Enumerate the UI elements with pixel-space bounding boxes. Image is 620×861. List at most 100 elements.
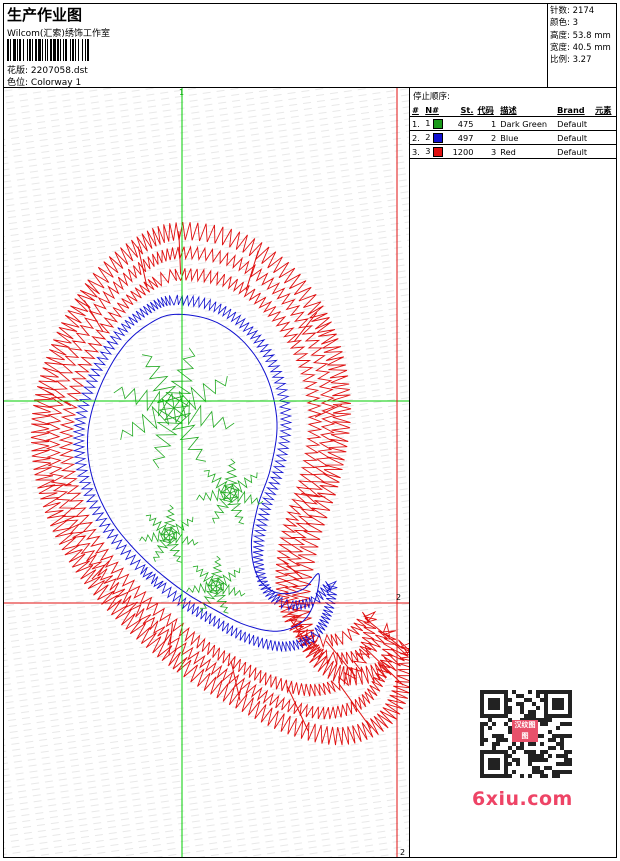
qr-module [484, 738, 488, 742]
row-index: 3. [410, 144, 424, 159]
design-stats: 针数: 2174 颜色: 3 高度: 53.8 mm 宽度: 40.5 mm 比… [547, 4, 616, 88]
qr-module [532, 754, 536, 758]
qr-finder [488, 758, 500, 770]
qr-module [564, 722, 568, 726]
qr-module [540, 742, 544, 746]
qr-module [560, 738, 564, 742]
qr-module [492, 746, 496, 750]
stop-sequence-title: 停止顺序: [413, 92, 450, 102]
qr-module [516, 758, 520, 762]
qr-module [560, 762, 564, 766]
qr-module [532, 758, 536, 762]
qr-module [544, 750, 548, 754]
qr-module [516, 702, 520, 706]
colorway-label: 色位: [7, 78, 29, 88]
qr-module [568, 722, 572, 726]
qr-center-badge: 汉纹图图 [512, 720, 538, 742]
qr-module [520, 694, 524, 698]
row-stitches: 497 [447, 130, 476, 145]
row-brand: Default [555, 144, 594, 159]
qr-module [532, 750, 536, 754]
qr-module [488, 718, 492, 722]
color-swatch [433, 132, 444, 143]
qr-module [520, 710, 524, 714]
qr-module [512, 690, 516, 694]
row-description: Red [498, 144, 556, 159]
qr-module [516, 694, 520, 698]
qr-module [556, 754, 560, 758]
qr-module [548, 738, 552, 742]
qr-module [536, 758, 540, 762]
page-title: 生产作业图 [7, 6, 83, 24]
qr-module [548, 754, 552, 758]
qr-module [508, 774, 512, 778]
qr-module [560, 722, 564, 726]
fabric-texture [4, 88, 409, 857]
qr-module [508, 754, 512, 758]
stop-sequence-table: # N# St. 代码 描述 Brand 元素 1. 1 475 1 Dark … [410, 104, 616, 159]
qr-module [544, 766, 548, 770]
qr-module [492, 742, 496, 746]
row-index: 2. [410, 130, 424, 145]
qr-module [540, 690, 544, 694]
qr-module [528, 714, 532, 718]
qr-module [520, 706, 524, 710]
qr-module [480, 742, 484, 746]
qr-module [512, 742, 516, 746]
colorway-value: Colorway 1 [30, 78, 82, 88]
qr-module [560, 770, 564, 774]
qr-module [536, 770, 540, 774]
row-number: 3 [423, 144, 448, 159]
qr-module [512, 758, 516, 762]
qr-module [552, 770, 556, 774]
qr-module [520, 742, 524, 746]
qr-module [556, 742, 560, 746]
col-element: 元素 [593, 104, 616, 117]
colorway: 色位: Colorway 1 [7, 75, 81, 88]
qr-module [528, 690, 532, 694]
qr-finder [552, 698, 564, 710]
red-guide-marker-bottom: 2 [400, 848, 406, 857]
row-code: 2 [475, 130, 499, 145]
qr-module [540, 758, 544, 762]
col-number: N# [423, 104, 448, 117]
qr-module [568, 734, 572, 738]
qr-module [564, 762, 568, 766]
qr-module [532, 702, 536, 706]
qr-finder [488, 698, 500, 710]
row-element [593, 144, 616, 159]
qr-module [480, 734, 484, 738]
row-element [593, 130, 616, 145]
qr-module [544, 758, 548, 762]
qr-module [556, 774, 560, 778]
qr-module [556, 770, 560, 774]
qr-module [520, 774, 524, 778]
qr-module [516, 762, 520, 766]
row-stitches: 1200 [447, 144, 476, 159]
row-brand: Default [555, 130, 594, 145]
table-header-row: # N# St. 代码 描述 Brand 元素 [410, 104, 616, 117]
qr-module [540, 754, 544, 758]
qr-module [524, 714, 528, 718]
qr-module [540, 770, 544, 774]
stitch-preview: 1 2 2 [4, 88, 410, 857]
qr-module [524, 750, 528, 754]
qr-module [480, 726, 484, 730]
stat-colors: 颜色: 3 [550, 18, 578, 29]
qr-module [508, 762, 512, 766]
stat-scale: 比例: 3.27 [550, 55, 592, 66]
row-code: 3 [475, 144, 499, 159]
qr-module [568, 750, 572, 754]
qr-module [564, 758, 568, 762]
qr-module [488, 726, 492, 730]
qr-module [560, 742, 564, 746]
qr-module [536, 706, 540, 710]
qr-module [528, 774, 532, 778]
qr-module [512, 750, 516, 754]
qr-module [528, 742, 532, 746]
qr-module [544, 774, 548, 778]
qr-module [552, 746, 556, 750]
qr-module [532, 710, 536, 714]
qr-module [540, 718, 544, 722]
qr-module [568, 770, 572, 774]
